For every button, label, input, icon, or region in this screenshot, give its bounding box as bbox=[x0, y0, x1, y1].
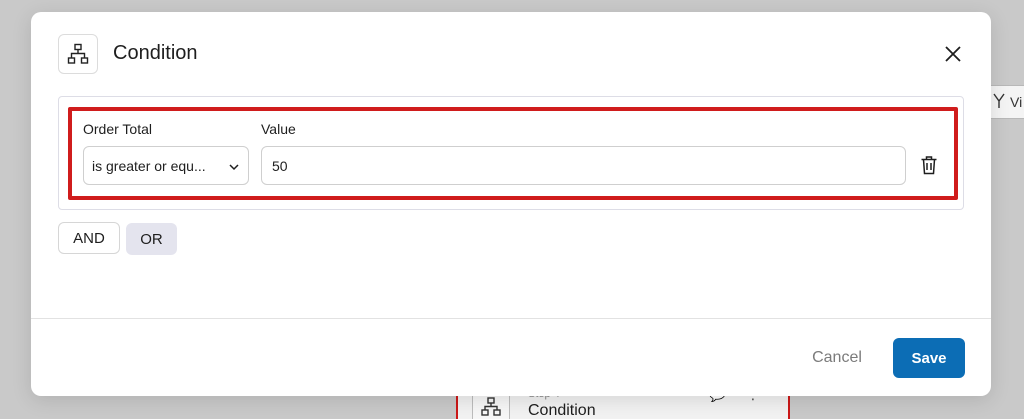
value-label: Value bbox=[261, 121, 296, 137]
footer-divider bbox=[31, 318, 991, 319]
or-button[interactable]: OR bbox=[126, 223, 177, 255]
branch-icon bbox=[992, 93, 1006, 112]
field-label: Order Total bbox=[83, 121, 152, 137]
close-button[interactable] bbox=[939, 40, 967, 68]
operator-selected-value: is greater or equ... bbox=[92, 157, 206, 174]
condition-flow-icon bbox=[58, 34, 98, 74]
modal-header: Condition bbox=[31, 12, 991, 96]
cancel-button[interactable]: Cancel bbox=[801, 342, 873, 374]
condition-modal: Condition Order Total Value is greater o… bbox=[31, 12, 991, 396]
condition-row-container: Order Total Value is greater or equ... bbox=[58, 96, 964, 210]
save-button[interactable]: Save bbox=[893, 338, 965, 378]
chevron-down-icon bbox=[228, 158, 240, 174]
step-title: Condition bbox=[528, 402, 596, 419]
operator-select[interactable]: is greater or equ... bbox=[83, 146, 249, 185]
delete-condition-button[interactable] bbox=[917, 152, 941, 178]
modal-title: Condition bbox=[113, 42, 198, 64]
and-button[interactable]: AND bbox=[58, 222, 120, 254]
value-input[interactable] bbox=[261, 146, 906, 185]
background-pill-label: Vi bbox=[1010, 94, 1023, 110]
close-icon bbox=[945, 46, 961, 62]
trash-icon bbox=[921, 156, 937, 175]
